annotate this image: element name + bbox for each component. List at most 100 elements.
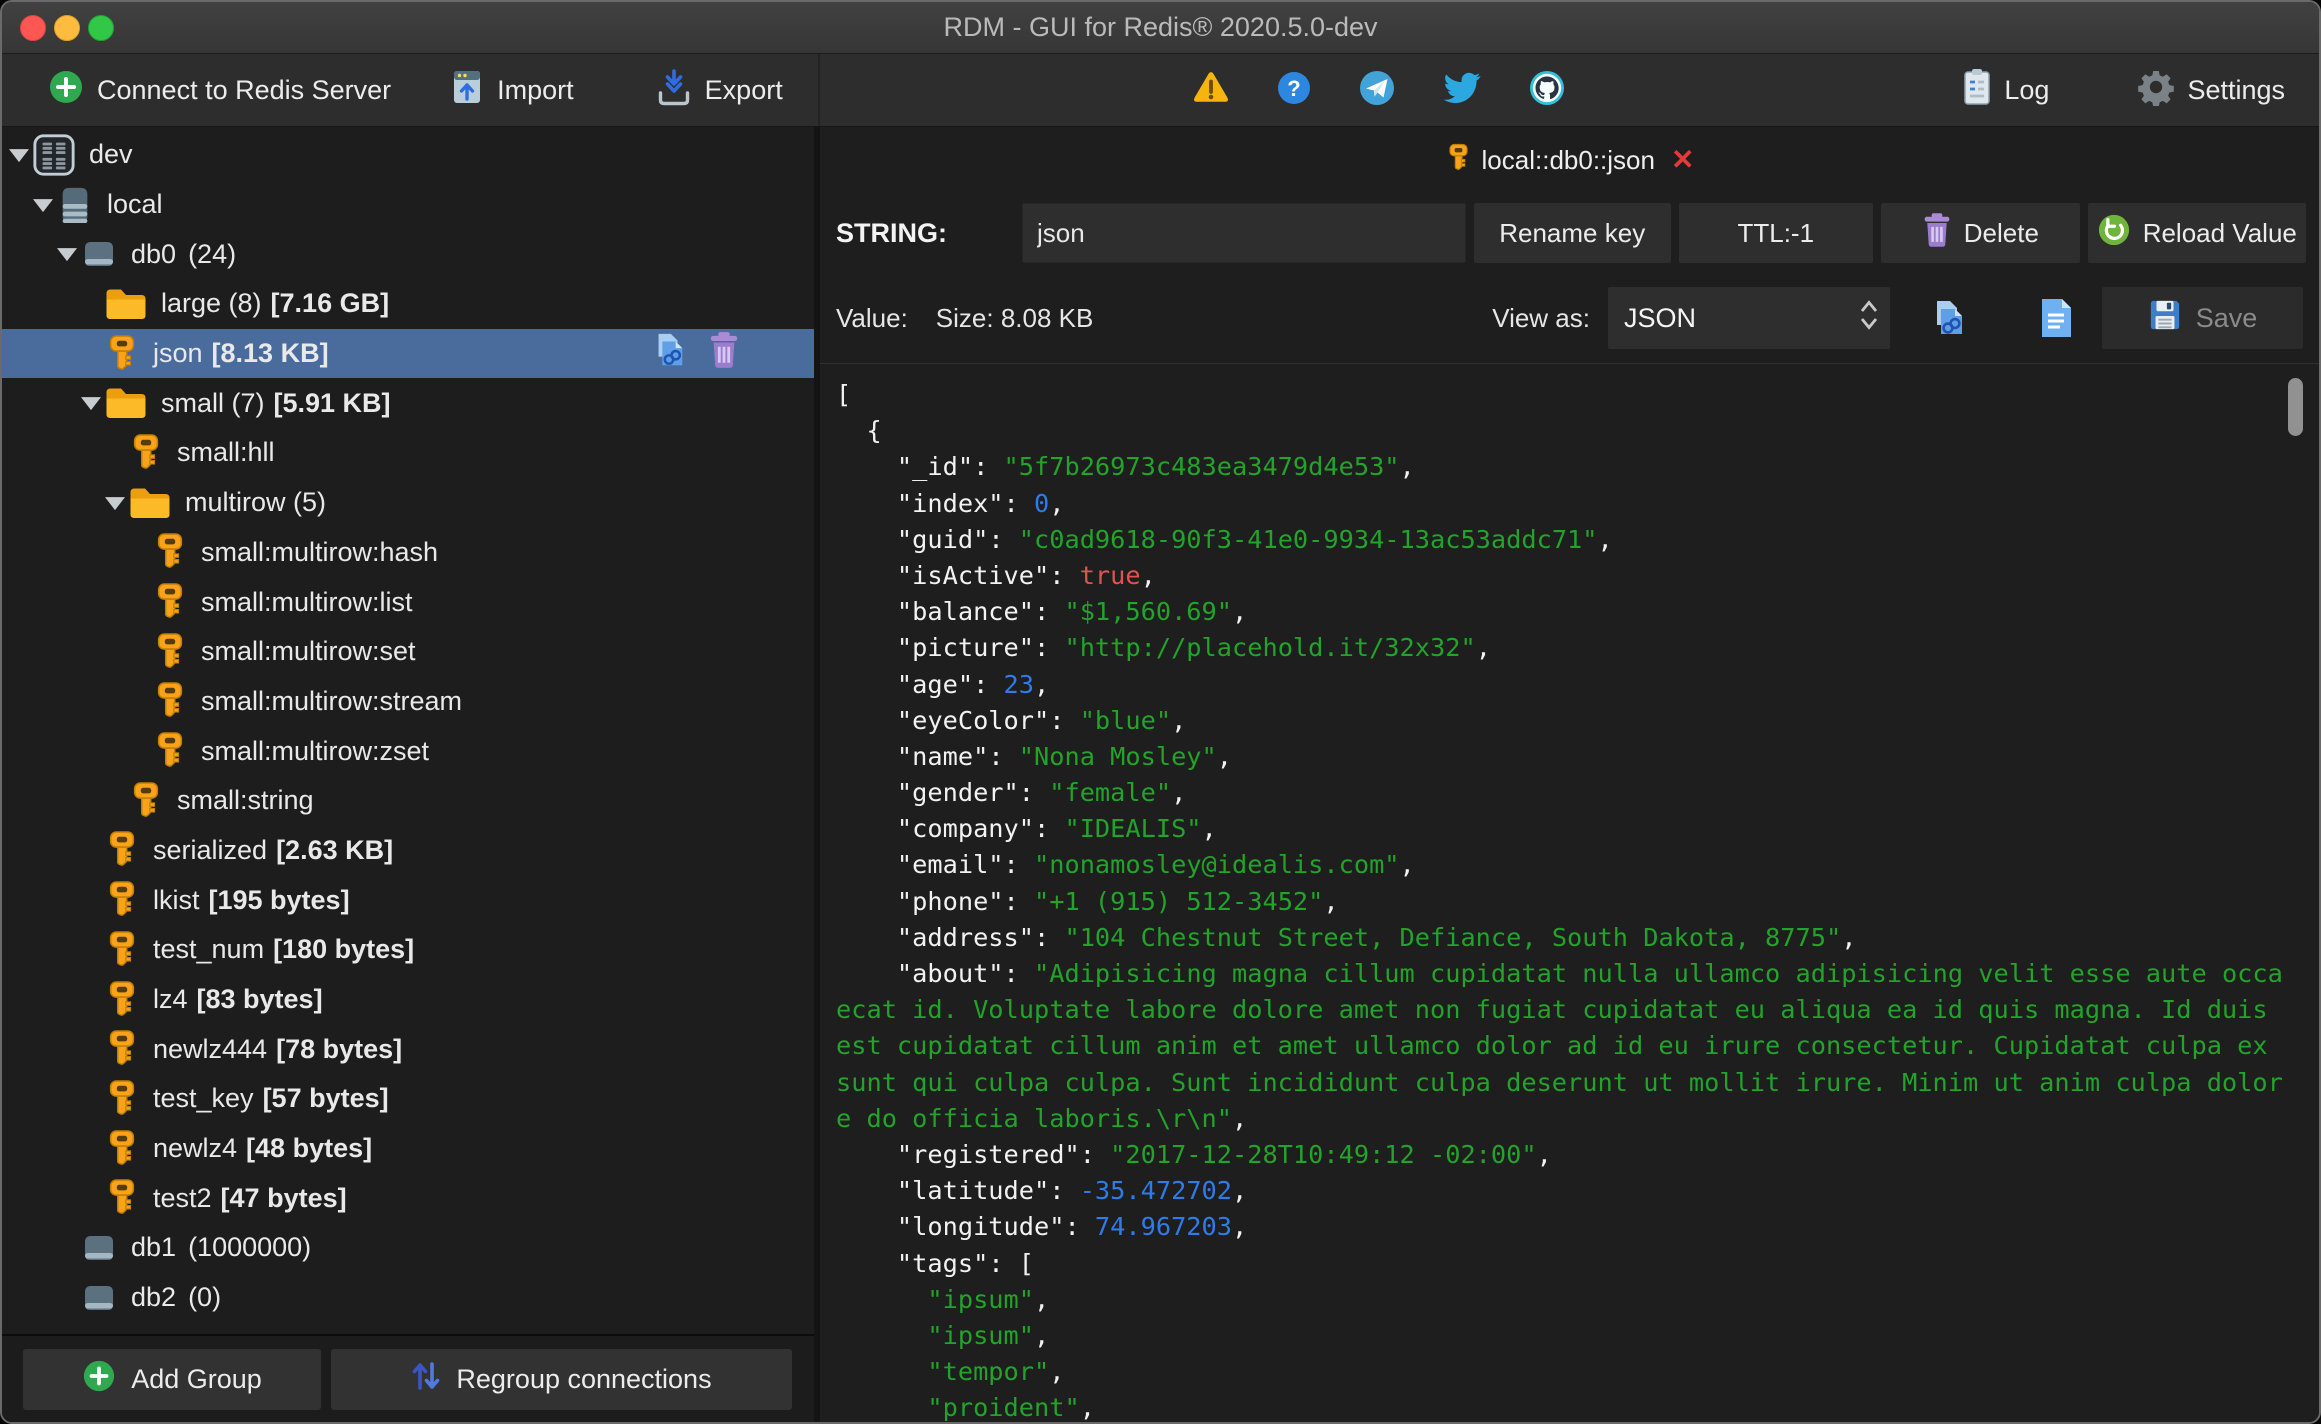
json-line: "address": "104 Chestnut Street, Defianc… <box>896 922 1857 952</box>
json-line: e do officia laboris.\r\n", <box>836 1103 1248 1133</box>
svg-text:?: ? <box>1287 76 1300 101</box>
settings-button[interactable]: Settings <box>2137 68 2285 113</box>
tree-item-large-8-[interactable]: large (8) [7.16 GB] <box>2 279 814 329</box>
save-label: Save <box>2195 302 2258 333</box>
tree-item-small-hll[interactable]: small:hll <box>2 428 814 478</box>
reload-value-button[interactable]: Reload Value <box>2087 203 2306 263</box>
copy-value-icon[interactable] <box>1928 298 1968 338</box>
connect-to-redis-server-button[interactable]: Connect to Redis Server <box>48 69 391 112</box>
json-line: "ipsum", <box>927 1284 1050 1314</box>
tree-item-label: db1 <box>131 1232 177 1263</box>
tree-item-multirow-5-[interactable]: multirow (5) <box>2 478 814 528</box>
tree-item-lz4[interactable]: lz4 [83 bytes] <box>2 975 814 1025</box>
tree-item-label: small:hll <box>177 437 275 468</box>
floppy-disk-icon <box>2148 298 2182 339</box>
github-icon[interactable] <box>1528 69 1566 112</box>
json-line: "_id": "5f7b26973c483ea3479d4e53", <box>896 452 1415 482</box>
json-line: "ipsum", <box>927 1320 1050 1350</box>
toolbar: Connect to Redis Server Import Export ? <box>2 54 2319 127</box>
tree-item-newlz4[interactable]: newlz4 [48 bytes] <box>2 1124 814 1174</box>
tree-item-small-multirow-list[interactable]: small:multirow:list <box>2 577 814 627</box>
log-button[interactable]: Log <box>1962 68 2049 113</box>
tree-item-size: [47 bytes] <box>220 1182 347 1213</box>
toolbar-far-right: Log Settings <box>1962 68 2285 113</box>
tree-item-size: [7.16 GB] <box>270 288 390 319</box>
expand-arrow-icon[interactable] <box>9 148 29 162</box>
toolbar-left: Connect to Redis Server Import Export <box>2 54 820 126</box>
json-line: [ <box>836 380 852 409</box>
key-icon <box>104 334 140 374</box>
tree-item-small-7-[interactable]: small (7) [5.91 KB] <box>2 378 814 428</box>
chevron-up-down-icon <box>1858 297 1880 340</box>
view-format-value: JSON <box>1624 302 1697 333</box>
json-line: ecat id. Voluptate labore dolore amet no… <box>836 995 2283 1025</box>
delete-key-icon[interactable] <box>708 331 740 376</box>
tree-item-test2[interactable]: test2 [47 bytes] <box>2 1173 814 1223</box>
expand-arrow-icon[interactable] <box>57 248 77 262</box>
json-line: "eyeColor": "blue", <box>896 705 1187 735</box>
database-icon <box>56 184 94 226</box>
key-name-input[interactable] <box>1022 203 1466 263</box>
value-editor[interactable]: [ { "_id": "5f7b26973c483ea3479d4e53", "… <box>820 363 2319 1422</box>
db-icon <box>80 1233 118 1263</box>
expand-arrow-icon[interactable] <box>105 496 125 510</box>
expand-arrow-icon[interactable] <box>33 198 53 212</box>
tree-item-label: small:multirow:stream <box>201 685 463 716</box>
value-label: Value: <box>836 302 908 333</box>
tree-item-size: [48 bytes] <box>246 1133 373 1164</box>
telegram-icon[interactable] <box>1358 69 1396 112</box>
add-group-button[interactable]: Add Group <box>23 1349 321 1410</box>
export-icon <box>656 68 692 113</box>
twitter-icon[interactable] <box>1442 71 1482 110</box>
tab-close-icon[interactable]: ✕ <box>1671 146 1694 174</box>
db-icon <box>80 239 118 269</box>
warning-icon[interactable] <box>1192 71 1230 110</box>
tree-item-json[interactable]: json [8.13 KB] <box>2 328 814 379</box>
tree-item-db1[interactable]: db1 (1000000) <box>2 1223 814 1273</box>
editor-scrollbar[interactable] <box>2288 378 2303 436</box>
copy-key-icon[interactable] <box>650 331 688 376</box>
tree-item-test-num[interactable]: test_num [180 bytes] <box>2 925 814 975</box>
json-line: "balance": "$1,560.69", <box>896 597 1248 627</box>
close-window-button[interactable] <box>20 15 46 41</box>
delete-key-button[interactable]: Delete <box>1881 203 2080 263</box>
ttl-button[interactable]: TTL:-1 <box>1678 203 1874 263</box>
tree-item-small-multirow-stream[interactable]: small:multirow:stream <box>2 677 814 727</box>
tree-item-small-multirow-set[interactable]: small:multirow:set <box>2 627 814 677</box>
tree-item-small-string[interactable]: small:string <box>2 776 814 826</box>
tree-item-size: [2.63 KB] <box>276 834 394 865</box>
key-icon <box>104 980 140 1020</box>
expand-arrow-icon[interactable] <box>81 397 101 411</box>
tree-item-newlz444[interactable]: newlz444 [78 bytes] <box>2 1024 814 1074</box>
rename-key-button[interactable]: Rename key <box>1473 203 1671 263</box>
tree-item-db2[interactable]: db2 (0) <box>2 1273 814 1323</box>
regroup-label: Regroup connections <box>456 1364 712 1394</box>
traffic-lights <box>20 15 114 41</box>
minimize-window-button[interactable] <box>54 15 80 41</box>
tree-item-local[interactable]: local <box>2 180 814 230</box>
tree-item-db0[interactable]: db0 (24) <box>2 229 814 279</box>
view-as-text-icon[interactable] <box>2038 297 2074 339</box>
regroup-connections-button[interactable]: Regroup connections <box>331 1349 792 1410</box>
tree-item-test-key[interactable]: test_key [57 bytes] <box>2 1074 814 1124</box>
export-label: Export <box>704 74 783 105</box>
json-line: "gender": "female", <box>896 778 1187 808</box>
help-icon[interactable]: ? <box>1276 70 1312 111</box>
tree-item-small-multirow-zset[interactable]: small:multirow:zset <box>2 726 814 776</box>
folder-icon <box>128 484 172 522</box>
tree-item-label: small:multirow:zset <box>201 735 430 766</box>
export-button[interactable]: Export <box>656 68 783 113</box>
key-icon <box>152 731 188 771</box>
tree-item-small-multirow-hash[interactable]: small:multirow:hash <box>2 528 814 578</box>
tab-key-name[interactable]: local::db0::json <box>1482 145 1655 176</box>
key-icon <box>152 582 188 622</box>
zoom-window-button[interactable] <box>88 15 114 41</box>
import-button[interactable]: Import <box>450 68 574 113</box>
view-format-select[interactable]: JSON <box>1608 287 1890 349</box>
tree-item-dev[interactable]: dev <box>2 130 814 180</box>
save-button[interactable]: Save <box>2102 287 2303 349</box>
tree-item-lkist[interactable]: lkist [195 bytes] <box>2 875 814 925</box>
json-line: "company": "IDEALIS", <box>896 814 1217 844</box>
tree-item-serialized[interactable]: serialized [2.63 KB] <box>2 826 814 876</box>
view-as-label: View as: <box>1492 302 1590 333</box>
